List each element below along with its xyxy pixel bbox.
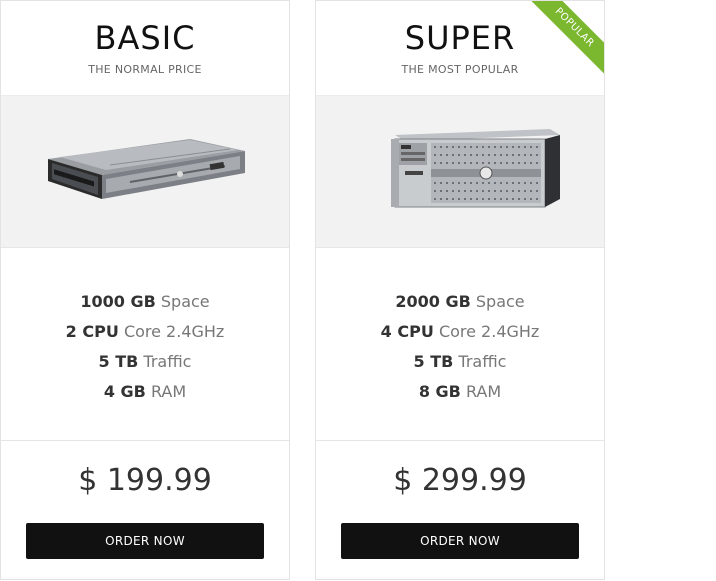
feature-label: RAM: [150, 382, 187, 401]
pricing-plans: BASIC THE NORMAL PRICE 1000 GB Space 2 C…: [0, 0, 716, 581]
feature-label: Space: [475, 292, 525, 311]
rack-server-1u-icon: [48, 138, 245, 199]
feature-traffic: 5 TB Traffic: [316, 347, 604, 377]
plan-card-super: POPULAR SUPER THE MOST POPULAR 2000 GB S…: [315, 0, 605, 580]
feature-value: 5 TB: [413, 352, 454, 371]
feature-space: 2000 GB Space: [316, 287, 604, 317]
order-now-button[interactable]: ORDER NOW: [341, 523, 579, 559]
feature-cpu: 2 CPU Core 2.4GHz: [1, 317, 289, 347]
feature-value: 2 CPU: [65, 322, 119, 341]
feature-value: 8 GB: [418, 382, 461, 401]
feature-value: 4 GB: [103, 382, 146, 401]
plan-subtitle: THE MOST POPULAR: [401, 63, 519, 76]
feature-ram: 4 GB RAM: [1, 377, 289, 407]
feature-ram: 8 GB RAM: [316, 377, 604, 407]
price-value: $ 199.99: [78, 463, 212, 498]
plan-header: BASIC THE NORMAL PRICE: [1, 1, 289, 96]
plan-image-area: [316, 96, 604, 248]
feature-label: Space: [160, 292, 210, 311]
plan-features: 1000 GB Space 2 CPU Core 2.4GHz 5 TB Tra…: [1, 248, 289, 441]
feature-value: 5 TB: [98, 352, 139, 371]
plan-price: $ 299.99: [316, 441, 604, 521]
feature-space: 1000 GB Space: [1, 287, 289, 317]
plan-subtitle: THE NORMAL PRICE: [88, 63, 202, 76]
feature-label: Core 2.4GHz: [123, 322, 225, 341]
feature-label: RAM: [465, 382, 502, 401]
plan-card-basic: BASIC THE NORMAL PRICE 1000 GB Space 2 C…: [0, 0, 290, 580]
feature-label: Traffic: [143, 352, 192, 371]
feature-value: 4 CPU: [380, 322, 434, 341]
price-value: $ 299.99: [393, 463, 527, 498]
feature-cpu: 4 CPU Core 2.4GHz: [316, 317, 604, 347]
feature-label: Traffic: [458, 352, 507, 371]
plan-image-area: [1, 96, 289, 248]
order-now-button[interactable]: ORDER NOW: [26, 523, 264, 559]
feature-value: 1000 GB: [80, 292, 156, 311]
plan-price: $ 199.99: [1, 441, 289, 521]
feature-value: 2000 GB: [395, 292, 471, 311]
feature-traffic: 5 TB Traffic: [1, 347, 289, 377]
feature-label: Core 2.4GHz: [438, 322, 540, 341]
plan-title: BASIC: [94, 19, 196, 57]
rack-server-4u-icon: [391, 128, 560, 207]
plan-features: 2000 GB Space 4 CPU Core 2.4GHz 5 TB Tra…: [316, 248, 604, 441]
